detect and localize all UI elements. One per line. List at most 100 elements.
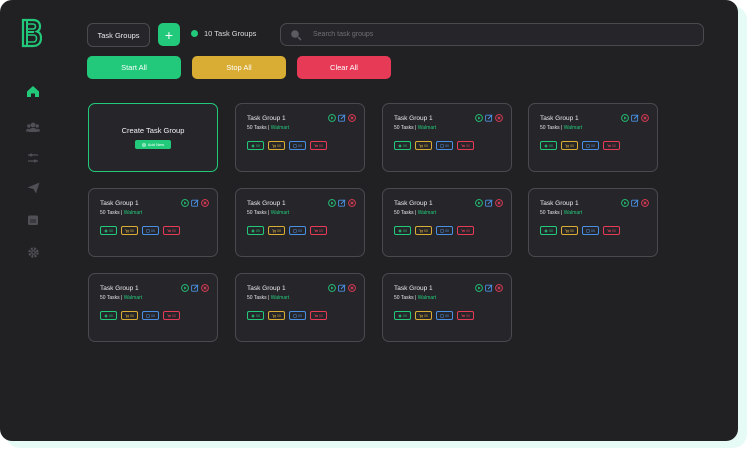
play-icon[interactable]	[328, 284, 336, 292]
badge-count: 00	[319, 228, 323, 233]
task-group-card[interactable]: Task Group 1 50 Tasks | Walmart 00 00 00 00	[382, 188, 512, 257]
status-badges: 00 00 00 00	[100, 226, 180, 235]
cart-badge: 00	[561, 226, 578, 235]
delete-icon[interactable]	[348, 199, 356, 207]
task-count: 50 Tasks	[394, 295, 414, 301]
search-input[interactable]	[313, 31, 693, 38]
edit-icon[interactable]	[191, 284, 199, 292]
task-group-card[interactable]: Task Group 1 50 Tasks | Walmart 00 00 00 00	[382, 273, 512, 342]
running-icon	[398, 313, 402, 318]
task-count: 50 Tasks	[247, 295, 267, 301]
edit-icon[interactable]	[338, 284, 346, 292]
queued-icon	[586, 228, 590, 233]
status-badges: 00 00 00 00	[540, 141, 620, 150]
task-group-count: 10 Task Groups	[191, 29, 256, 38]
start-all-button[interactable]: Start All	[87, 56, 181, 79]
badge-count: 00	[445, 228, 449, 233]
add-task-group-button[interactable]: +	[158, 23, 180, 46]
play-icon[interactable]	[475, 284, 483, 292]
sliders-icon[interactable]	[25, 150, 41, 166]
badge-count: 00	[256, 228, 260, 233]
delete-icon[interactable]	[495, 284, 503, 292]
delete-icon[interactable]	[201, 284, 209, 292]
status-dot	[191, 30, 198, 37]
running-badge: 00	[100, 226, 117, 235]
badge-count: 00	[172, 228, 176, 233]
delete-icon[interactable]	[495, 114, 503, 122]
delete-icon[interactable]	[348, 114, 356, 122]
queued-badge: 00	[436, 226, 453, 235]
delete-icon[interactable]	[641, 114, 649, 122]
task-group-card[interactable]: Task Group 1 50 Tasks | Walmart 00 00 00 00	[235, 273, 365, 342]
card-title: Task Group 1	[247, 200, 286, 207]
play-icon[interactable]	[181, 199, 189, 207]
edit-icon[interactable]	[338, 199, 346, 207]
task-group-card[interactable]: Task Group 1 50 Tasks | Walmart 00 00 00 00	[88, 188, 218, 257]
queued-icon	[293, 228, 297, 233]
edit-icon[interactable]	[485, 114, 493, 122]
gear-icon[interactable]	[25, 244, 41, 260]
task-group-card[interactable]: Task Group 1 50 Tasks | Walmart 00 00 00 00	[528, 103, 658, 172]
play-icon[interactable]	[621, 199, 629, 207]
queued-icon	[293, 313, 297, 318]
create-task-group-card[interactable]: Create Task Group Add New	[88, 103, 218, 172]
home-icon[interactable]	[25, 83, 41, 99]
task-group-card[interactable]: Task Group 1 50 Tasks | Walmart 00 00 00 00	[88, 273, 218, 342]
task-count: 50 Tasks	[100, 210, 120, 216]
play-icon[interactable]	[475, 114, 483, 122]
add-new-button[interactable]: Add New	[134, 140, 172, 149]
edit-icon[interactable]	[631, 114, 639, 122]
badge-count: 00	[256, 143, 260, 148]
queued-badge: 00	[436, 311, 453, 320]
delete-icon[interactable]	[348, 284, 356, 292]
cart-icon	[419, 228, 424, 233]
stop-all-button[interactable]: Stop All	[192, 56, 286, 79]
task-group-count-label: 10 Task Groups	[204, 29, 257, 38]
edit-icon[interactable]	[485, 199, 493, 207]
edit-icon[interactable]	[631, 199, 639, 207]
task-group-card[interactable]: Task Group 1 50 Tasks | Walmart 00 00 00 00	[528, 188, 658, 257]
status-badges: 00 00 00 00	[394, 226, 474, 235]
play-icon[interactable]	[621, 114, 629, 122]
task-group-card[interactable]: Task Group 1 50 Tasks | Walmart 00 00 00 00	[235, 188, 365, 257]
queued-badge: 00	[582, 226, 599, 235]
play-icon[interactable]	[328, 114, 336, 122]
store-name: Walmart	[417, 210, 437, 216]
running-badge: 00	[247, 141, 264, 150]
card-actions	[621, 199, 649, 207]
clear-all-button[interactable]: Clear All	[297, 56, 391, 79]
failed-badge: 00	[310, 311, 327, 320]
badge-count: 00	[612, 143, 616, 148]
edit-icon[interactable]	[191, 199, 199, 207]
queued-icon	[440, 228, 444, 233]
delete-icon[interactable]	[641, 199, 649, 207]
play-icon[interactable]	[328, 199, 336, 207]
task-groups-button[interactable]: Task Groups	[87, 23, 150, 47]
running-icon	[104, 313, 108, 318]
delete-icon[interactable]	[201, 199, 209, 207]
badge-count: 00	[109, 228, 113, 233]
task-group-card[interactable]: Task Group 1 50 Tasks | Walmart 00 00 00 00	[235, 103, 365, 172]
cart-icon	[272, 313, 277, 318]
badge-count: 00	[277, 313, 281, 318]
users-icon[interactable]	[25, 119, 41, 135]
cart-badge: 00	[415, 226, 432, 235]
card-actions	[475, 199, 503, 207]
edit-icon[interactable]	[338, 114, 346, 122]
cart-badge: 00	[268, 141, 285, 150]
cart-badge: 00	[561, 141, 578, 150]
failed-icon	[167, 313, 172, 318]
edit-icon[interactable]	[485, 284, 493, 292]
card-subtitle: 50 Tasks | Walmart	[247, 125, 289, 131]
failed-icon	[167, 228, 172, 233]
task-group-card[interactable]: Task Group 1 50 Tasks | Walmart 00 00 00 00	[382, 103, 512, 172]
card-title: Task Group 1	[540, 200, 579, 207]
delete-icon[interactable]	[495, 199, 503, 207]
search-icon	[290, 29, 302, 41]
play-icon[interactable]	[181, 284, 189, 292]
search-box[interactable]	[280, 23, 704, 46]
play-icon[interactable]	[475, 199, 483, 207]
send-icon[interactable]	[25, 180, 41, 196]
calendar-icon[interactable]	[25, 212, 41, 228]
running-icon	[398, 228, 402, 233]
